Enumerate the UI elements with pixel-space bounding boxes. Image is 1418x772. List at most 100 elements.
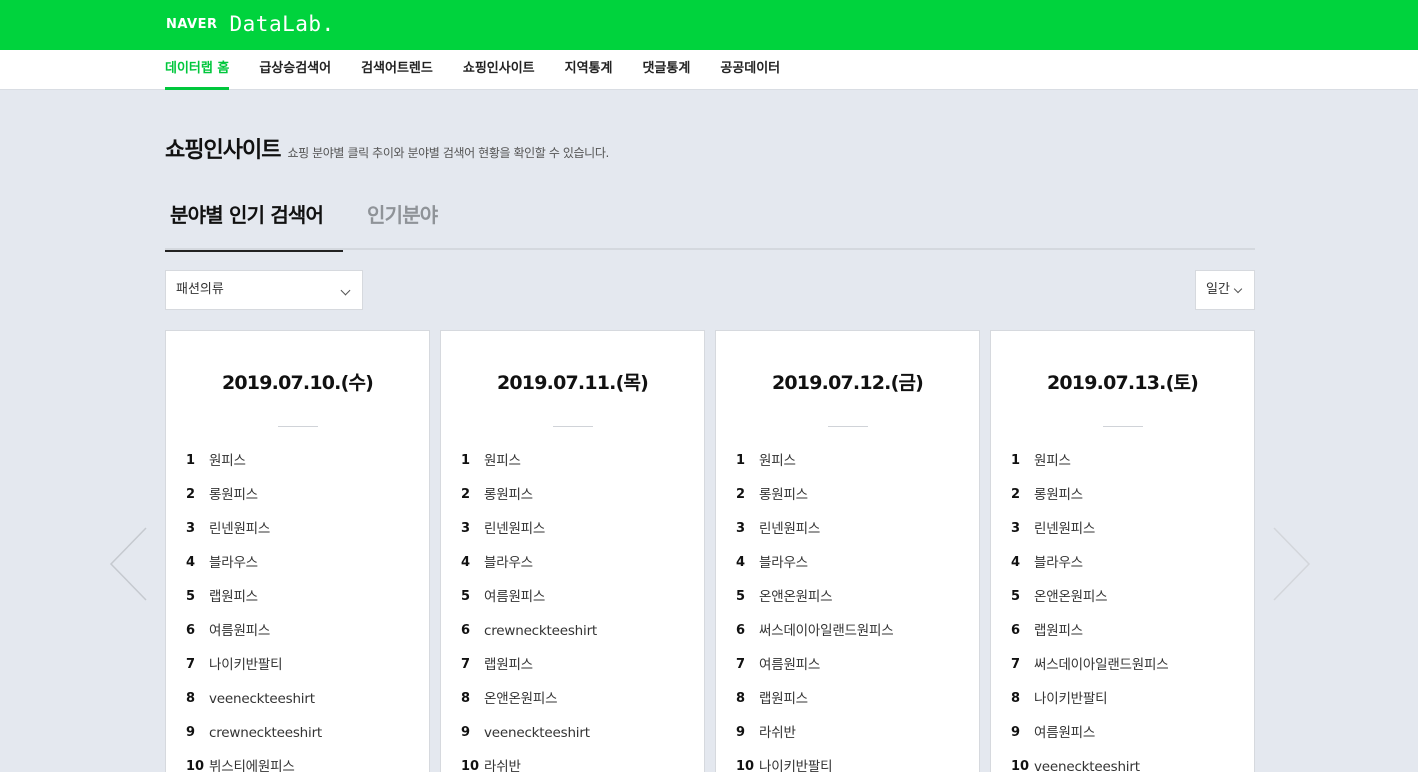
period-select[interactable]: 일간: [1195, 270, 1255, 310]
rank-item[interactable]: 7 여름원피스: [736, 650, 969, 684]
rank-item[interactable]: 8 veeneckteeshirt: [186, 684, 419, 718]
rank-item[interactable]: 1 원피스: [186, 446, 419, 480]
next-button[interactable]: [1272, 527, 1312, 601]
rank-number: 5: [736, 589, 746, 604]
gnb-item-comment-stats[interactable]: 댓글통계: [642, 50, 690, 90]
rank-keyword-link[interactable]: 여름원피스: [759, 650, 820, 684]
rank-keyword-link[interactable]: crewneckteeshirt: [209, 718, 322, 752]
rank-item[interactable]: 4 블라우스: [736, 548, 969, 582]
rank-keyword-link[interactable]: crewneckteeshirt: [484, 616, 597, 650]
rank-keyword-link[interactable]: 랩원피스: [1034, 616, 1083, 650]
rank-item[interactable]: 9 여름원피스: [1011, 718, 1244, 752]
rank-item[interactable]: 1 원피스: [736, 446, 969, 480]
rank-keyword-link[interactable]: 원피스: [484, 446, 521, 480]
rank-number: 7: [736, 657, 746, 672]
rank-number: 6: [1011, 623, 1021, 638]
rank-keyword-link[interactable]: 온앤온원피스: [1034, 582, 1108, 616]
rank-keyword-link[interactable]: 여름원피스: [209, 616, 270, 650]
rank-keyword-link[interactable]: 블라우스: [209, 548, 258, 582]
rank-keyword-link[interactable]: 원피스: [759, 446, 796, 480]
rank-item[interactable]: 10 뷔스티에원피스: [186, 752, 419, 772]
rank-keyword-link[interactable]: 롱원피스: [1034, 480, 1083, 514]
rank-keyword-link[interactable]: 블라우스: [484, 548, 533, 582]
rank-keyword-link[interactable]: 써스데이아일랜드원피스: [759, 616, 894, 650]
rank-number: 4: [186, 555, 196, 570]
rank-keyword-link[interactable]: 온앤온원피스: [759, 582, 833, 616]
rank-item[interactable]: 7 랩원피스: [461, 650, 694, 684]
rank-keyword-link[interactable]: veeneckteeshirt: [209, 684, 315, 718]
rank-item[interactable]: 8 나이키반팔티: [1011, 684, 1244, 718]
rank-item[interactable]: 9 crewneckteeshirt: [186, 718, 419, 752]
rank-item[interactable]: 7 써스데이아일랜드원피스: [1011, 650, 1244, 684]
rank-keyword-link[interactable]: 원피스: [1034, 446, 1071, 480]
rank-item[interactable]: 8 온앤온원피스: [461, 684, 694, 718]
prev-button[interactable]: [108, 527, 148, 601]
rank-item[interactable]: 5 온앤온원피스: [736, 582, 969, 616]
rank-keyword-link[interactable]: 원피스: [209, 446, 246, 480]
rank-item[interactable]: 3 린넨원피스: [186, 514, 419, 548]
rank-keyword-link[interactable]: 나이키반팔티: [759, 752, 833, 772]
rank-keyword-link[interactable]: veeneckteeshirt: [484, 718, 590, 752]
rank-list: 1 원피스 2 롱원피스 3 린넨원피스 4 블라우스 5 랩원피스 6 여름원피스 7 나이키반팔티 8 v…: [186, 446, 419, 772]
rank-keyword-link[interactable]: 린넨원피스: [484, 514, 545, 548]
rank-keyword-link[interactable]: 여름원피스: [484, 582, 545, 616]
rank-item[interactable]: 6 써스데이아일랜드원피스: [736, 616, 969, 650]
gnb-item-rising-keywords[interactable]: 급상승검색어: [259, 50, 331, 90]
rank-keyword-link[interactable]: 블라우스: [1034, 548, 1083, 582]
rank-keyword-link[interactable]: 랩원피스: [209, 582, 258, 616]
rank-keyword-link[interactable]: 롱원피스: [759, 480, 808, 514]
rank-item[interactable]: 2 롱원피스: [461, 480, 694, 514]
rank-item[interactable]: 2 롱원피스: [736, 480, 969, 514]
rank-item[interactable]: 2 롱원피스: [186, 480, 419, 514]
rank-item[interactable]: 3 린넨원피스: [736, 514, 969, 548]
tab-popular-keywords[interactable]: 분야별 인기 검색어: [165, 190, 343, 252]
tab-popular-categories[interactable]: 인기분야: [367, 190, 438, 250]
rank-keyword-link[interactable]: 써스데이아일랜드원피스: [1034, 650, 1169, 684]
gnb-item-shopping-insight[interactable]: 쇼핑인사이트: [463, 50, 535, 90]
rank-keyword-link[interactable]: 랩원피스: [759, 684, 808, 718]
rank-keyword-link[interactable]: 라쉬반: [484, 752, 521, 772]
rank-keyword-link[interactable]: veeneckteeshirt: [1034, 752, 1140, 772]
rank-item[interactable]: 1 원피스: [1011, 446, 1244, 480]
rank-item[interactable]: 5 온앤온원피스: [1011, 582, 1244, 616]
rank-item[interactable]: 10 나이키반팔티: [736, 752, 969, 772]
rank-item[interactable]: 9 라쉬반: [736, 718, 969, 752]
rank-number: 6: [461, 623, 471, 638]
rank-item[interactable]: 4 블라우스: [1011, 548, 1244, 582]
gnb-item-public-data[interactable]: 공공데이터: [720, 50, 780, 90]
rank-item[interactable]: 6 랩원피스: [1011, 616, 1244, 650]
gnb-item-search-trend[interactable]: 검색어트렌드: [361, 50, 433, 90]
gnb-item-datalab-home[interactable]: 데이터랩 홈: [165, 50, 230, 90]
rank-item[interactable]: 6 여름원피스: [186, 616, 419, 650]
rank-item[interactable]: 5 여름원피스: [461, 582, 694, 616]
rank-keyword-link[interactable]: 롱원피스: [484, 480, 533, 514]
rank-keyword-link[interactable]: 블라우스: [759, 548, 808, 582]
brand-logo[interactable]: NAVER DataLab.: [166, 10, 335, 38]
rank-item[interactable]: 3 린넨원피스: [1011, 514, 1244, 548]
rank-item[interactable]: 1 원피스: [461, 446, 694, 480]
rank-keyword-link[interactable]: 롱원피스: [209, 480, 258, 514]
rank-keyword-link[interactable]: 나이키반팔티: [1034, 684, 1108, 718]
rank-item[interactable]: 10 veeneckteeshirt: [1011, 752, 1244, 772]
rank-item[interactable]: 4 블라우스: [461, 548, 694, 582]
rank-item[interactable]: 3 린넨원피스: [461, 514, 694, 548]
rank-item[interactable]: 10 라쉬반: [461, 752, 694, 772]
rank-item[interactable]: 6 crewneckteeshirt: [461, 616, 694, 650]
rank-item[interactable]: 7 나이키반팔티: [186, 650, 419, 684]
rank-item[interactable]: 2 롱원피스: [1011, 480, 1244, 514]
rank-item[interactable]: 8 랩원피스: [736, 684, 969, 718]
gnb-item-regional-stats[interactable]: 지역통계: [565, 50, 613, 90]
rank-keyword-link[interactable]: 나이키반팔티: [209, 650, 283, 684]
rank-keyword-link[interactable]: 린넨원피스: [1034, 514, 1095, 548]
category-select[interactable]: 패션의류: [165, 270, 363, 310]
rank-keyword-link[interactable]: 라쉬반: [759, 718, 796, 752]
rank-keyword-link[interactable]: 여름원피스: [1034, 718, 1095, 752]
rank-keyword-link[interactable]: 뷔스티에원피스: [209, 752, 295, 772]
rank-item[interactable]: 5 랩원피스: [186, 582, 419, 616]
rank-item[interactable]: 4 블라우스: [186, 548, 419, 582]
rank-keyword-link[interactable]: 랩원피스: [484, 650, 533, 684]
rank-keyword-link[interactable]: 온앤온원피스: [484, 684, 558, 718]
rank-keyword-link[interactable]: 린넨원피스: [759, 514, 820, 548]
rank-keyword-link[interactable]: 린넨원피스: [209, 514, 270, 548]
rank-item[interactable]: 9 veeneckteeshirt: [461, 718, 694, 752]
